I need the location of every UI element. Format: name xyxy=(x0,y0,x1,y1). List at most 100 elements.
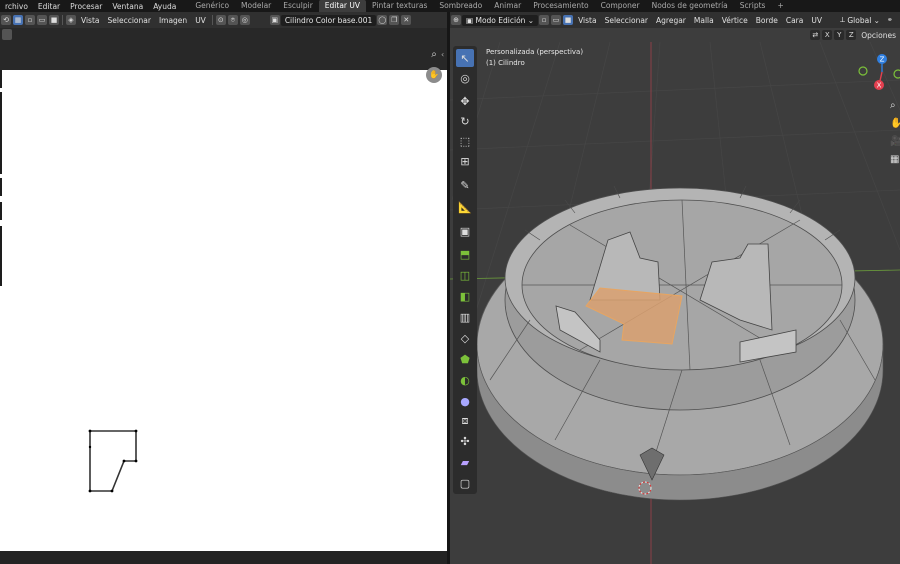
bevel-tool-icon[interactable]: ◧ xyxy=(456,287,474,305)
add-workspace-button[interactable]: + xyxy=(771,0,789,12)
smooth-tool-icon[interactable]: ● xyxy=(456,392,474,410)
pan-hand-icon[interactable]: ✋ xyxy=(890,118,900,129)
mirror-icon[interactable]: ⇄ xyxy=(810,30,821,40)
camera-icon[interactable]: 🎥 xyxy=(890,136,900,147)
editor-type-3d-icon[interactable]: ⊕ xyxy=(451,15,461,25)
sticky-select-icon[interactable]: ◈ xyxy=(66,15,76,25)
face-select-icon[interactable]: ■ xyxy=(49,15,59,25)
select-tool-icon[interactable]: ↖ xyxy=(456,49,474,67)
knife-tool-icon[interactable]: ◇ xyxy=(456,329,474,347)
pan-hand-icon[interactable]: ✋ xyxy=(426,67,442,83)
uv-menu-vista[interactable]: Vista xyxy=(77,16,104,25)
proportional-edit-icon[interactable]: ◎ xyxy=(239,15,250,25)
uv-image-canvas[interactable] xyxy=(0,70,447,551)
menu-ayuda[interactable]: Ayuda xyxy=(148,2,181,11)
vp-menu-vista[interactable]: Vista xyxy=(574,16,601,25)
grid-view-icon[interactable]: ▦ xyxy=(890,154,899,165)
edge-slide-tool-icon[interactable]: ⧈ xyxy=(456,412,474,430)
axis-y-toggle[interactable]: Y xyxy=(834,30,845,40)
tab-esculpir[interactable]: Esculpir xyxy=(277,0,319,12)
annotate-tool-icon[interactable]: ✎ xyxy=(456,176,474,194)
image-browse-icon[interactable]: ▣ xyxy=(269,15,280,25)
tab-scripts[interactable]: Scripts xyxy=(734,0,772,12)
vp-menu-borde[interactable]: Borde xyxy=(752,16,782,25)
options-dropdown[interactable]: Opciones xyxy=(857,31,900,40)
uv-vertex[interactable] xyxy=(110,489,114,493)
uv-vertex[interactable] xyxy=(88,445,92,449)
gizmo-y-icon[interactable] xyxy=(893,69,900,79)
viewport-header: ⊕ ▣ Modo Edición ⌄ ▫ ▭ ■ Vista Seleccion… xyxy=(450,12,900,28)
image-unlink-icon[interactable]: ✕ xyxy=(401,15,412,25)
sync-selection-icon[interactable]: ▦ xyxy=(13,15,23,25)
uv-vertex[interactable] xyxy=(134,459,138,463)
inset-tool-icon[interactable]: ◫ xyxy=(456,266,474,284)
tab-generico[interactable]: Genérico xyxy=(189,0,235,12)
vp-menu-agregar[interactable]: Agregar xyxy=(652,16,690,25)
uv-vertex[interactable] xyxy=(122,459,126,463)
vertex-select-icon[interactable]: ▫ xyxy=(25,15,35,25)
uv-select-mode-icon[interactable] xyxy=(2,29,12,40)
edge-mode-icon[interactable]: ▭ xyxy=(551,15,562,25)
tab-componer[interactable]: Componer xyxy=(595,0,646,12)
transform-orientation-dropdown[interactable]: ⟂ Global ⌄ xyxy=(836,15,884,26)
tab-animar[interactable]: Animar xyxy=(488,0,527,12)
edge-select-icon[interactable]: ▭ xyxy=(37,15,47,25)
measure-tool-icon[interactable]: 📐 xyxy=(456,198,474,216)
navigation-gizmo[interactable]: Z X xyxy=(852,50,900,94)
tab-modelar[interactable]: Modelar xyxy=(235,0,277,12)
pivot-icon[interactable]: ⊙ xyxy=(215,15,226,25)
tab-pintar-texturas[interactable]: Pintar texturas xyxy=(366,0,433,12)
rip-tool-icon[interactable]: ▢ xyxy=(456,474,474,492)
menu-procesar[interactable]: Procesar xyxy=(65,2,107,11)
shrink-fatten-tool-icon[interactable]: ✣ xyxy=(456,432,474,450)
vp-menu-vertice[interactable]: Vértice xyxy=(718,16,752,25)
uv-menu-imagen[interactable]: Imagen xyxy=(155,16,191,25)
vp-menu-uv[interactable]: UV xyxy=(807,16,826,25)
move-tool-icon[interactable]: ✥ xyxy=(456,92,474,110)
menu-archivo[interactable]: rchivo xyxy=(0,2,33,11)
uv-vertex[interactable] xyxy=(134,429,138,433)
uv-menu-uv[interactable]: UV xyxy=(191,16,210,25)
vp-menu-malla[interactable]: Malla xyxy=(690,16,718,25)
tab-editar-uv[interactable]: Editar UV xyxy=(318,0,367,12)
spin-tool-icon[interactable]: ◐ xyxy=(456,371,474,389)
cursor-tool-icon[interactable]: ◎ xyxy=(456,69,474,87)
menu-ventana[interactable]: Ventana xyxy=(107,2,148,11)
image-name-field[interactable]: Cilindro Color base.001 xyxy=(280,14,377,26)
editor-type-icon[interactable]: ⟲ xyxy=(1,15,11,25)
snap-icon[interactable]: ⌾ xyxy=(227,15,238,25)
extrude-tool-icon[interactable]: ⬒ xyxy=(456,245,474,263)
tab-sombreado[interactable]: Sombreado xyxy=(433,0,488,12)
poly-build-tool-icon[interactable]: ⬟ xyxy=(456,350,474,368)
rotate-tool-icon[interactable]: ↻ xyxy=(456,112,474,130)
top-menu-bar: rchivo Editar Procesar Ventana Ayuda Gen… xyxy=(0,0,900,12)
tab-procesamiento[interactable]: Procesamiento xyxy=(527,0,594,12)
uv-vertex[interactable] xyxy=(88,489,92,493)
zoom-icon[interactable]: ⌕ xyxy=(428,49,440,61)
uv-menu-seleccionar[interactable]: Seleccionar xyxy=(104,16,155,25)
uv-vertex[interactable] xyxy=(88,429,92,433)
tab-nodos-geometria[interactable]: Nodos de geometría xyxy=(646,0,734,12)
loop-cut-tool-icon[interactable]: ▥ xyxy=(456,308,474,326)
face-mode-icon[interactable]: ■ xyxy=(563,15,574,25)
vp-menu-seleccionar[interactable]: Seleccionar xyxy=(601,16,652,25)
vp-menu-cara[interactable]: Cara xyxy=(782,16,808,25)
vertex-mode-icon[interactable]: ▫ xyxy=(539,15,550,25)
scale-tool-icon[interactable]: ⬚ xyxy=(456,132,474,150)
add-cube-tool-icon[interactable]: ▣ xyxy=(456,222,474,240)
transform-tool-icon[interactable]: ⊞ xyxy=(456,152,474,170)
menu-editar[interactable]: Editar xyxy=(33,2,65,11)
axis-z-toggle[interactable]: Z xyxy=(846,30,857,40)
uv-island[interactable] xyxy=(80,425,144,497)
uv-toolbar-fragment xyxy=(0,70,2,88)
axis-x-toggle[interactable]: X xyxy=(822,30,833,40)
shear-tool-icon[interactable]: ▰ xyxy=(456,453,474,471)
mode-dropdown[interactable]: ▣ Modo Edición ⌄ xyxy=(462,14,539,26)
zoom-icon[interactable]: ⌕ xyxy=(890,100,896,111)
object-name-label: (1) Cilindro xyxy=(486,59,525,67)
3d-viewport[interactable]: Personalizada (perspectiva) (1) Cilindro… xyxy=(450,42,900,564)
image-new-icon[interactable]: ❐ xyxy=(389,15,400,25)
gizmo-neg-y-icon[interactable] xyxy=(858,66,868,76)
image-fake-user-icon[interactable]: ◯ xyxy=(377,15,388,25)
link-icon[interactable]: ⚭ xyxy=(885,15,895,25)
